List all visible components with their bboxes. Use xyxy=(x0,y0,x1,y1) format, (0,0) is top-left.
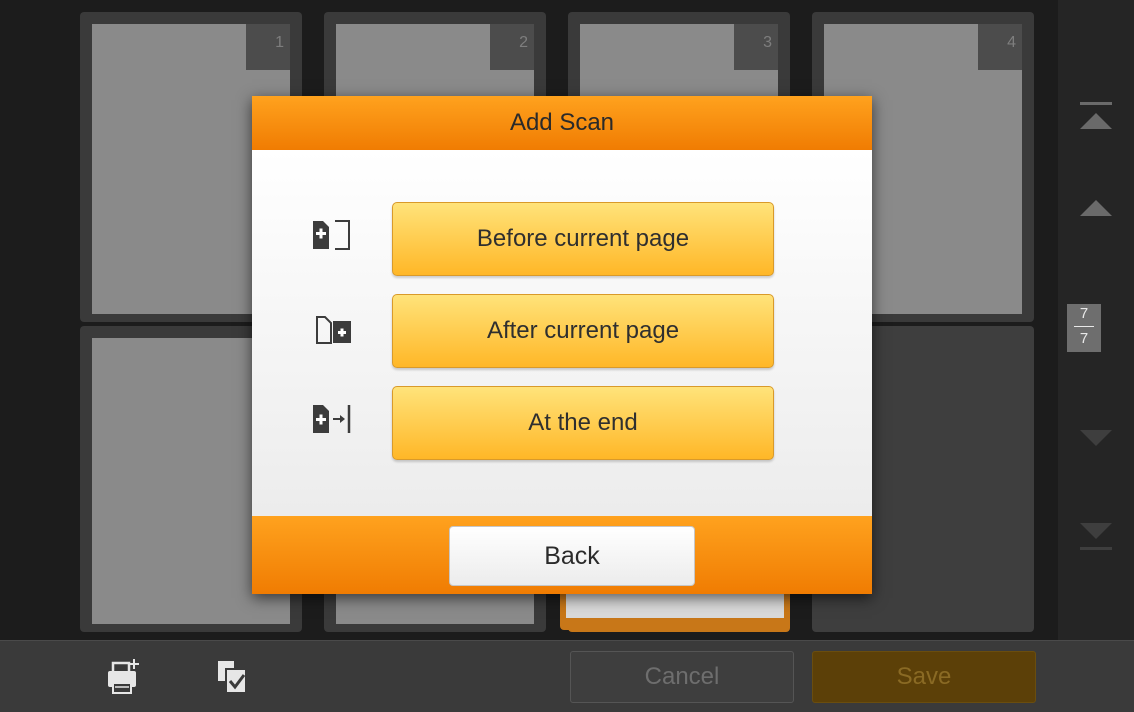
dialog-footer: Back xyxy=(252,516,872,594)
at-the-end-button[interactable]: At the end xyxy=(392,386,774,460)
page-number: 3 xyxy=(734,24,778,70)
total-pages: 7 xyxy=(1079,330,1089,347)
page-number: 1 xyxy=(246,24,290,70)
next-page-button[interactable] xyxy=(1076,418,1116,458)
insert-after-icon xyxy=(302,302,372,352)
page-number: 4 xyxy=(978,24,1022,70)
insert-end-icon xyxy=(302,394,372,444)
scan-editor-screen: 1 2 3 4 7 7 Cancel Save Add Scan Before … xyxy=(0,0,1134,712)
bottom-toolbar: Cancel Save xyxy=(0,640,1134,712)
page-counter: 7 7 xyxy=(1067,304,1101,352)
first-page-icon xyxy=(1080,102,1112,105)
back-button[interactable]: Back xyxy=(449,526,695,586)
first-page-button[interactable] xyxy=(1076,96,1116,136)
add-scan-printer-icon[interactable] xyxy=(100,655,144,699)
cancel-button[interactable]: Cancel xyxy=(570,651,794,703)
add-scan-dialog: Add Scan Before current page After curre… xyxy=(252,96,872,594)
last-page-button[interactable] xyxy=(1076,516,1116,556)
page-number: 2 xyxy=(490,24,534,70)
arrow-down-icon xyxy=(1080,430,1112,446)
dialog-body: Before current page After current page A… xyxy=(252,150,872,516)
arrow-up-icon xyxy=(1080,200,1112,216)
selected-thumbnail-toolbar xyxy=(560,594,790,630)
previous-page-button[interactable] xyxy=(1076,188,1116,228)
last-page-icon xyxy=(1080,547,1112,550)
insert-before-icon xyxy=(302,210,372,260)
before-current-page-button[interactable]: Before current page xyxy=(392,202,774,276)
dialog-title: Add Scan xyxy=(252,96,872,150)
after-current-page-button[interactable]: After current page xyxy=(392,294,774,368)
current-page: 7 xyxy=(1079,305,1089,322)
save-button[interactable]: Save xyxy=(812,651,1036,703)
reorder-pages-icon[interactable] xyxy=(210,655,254,699)
